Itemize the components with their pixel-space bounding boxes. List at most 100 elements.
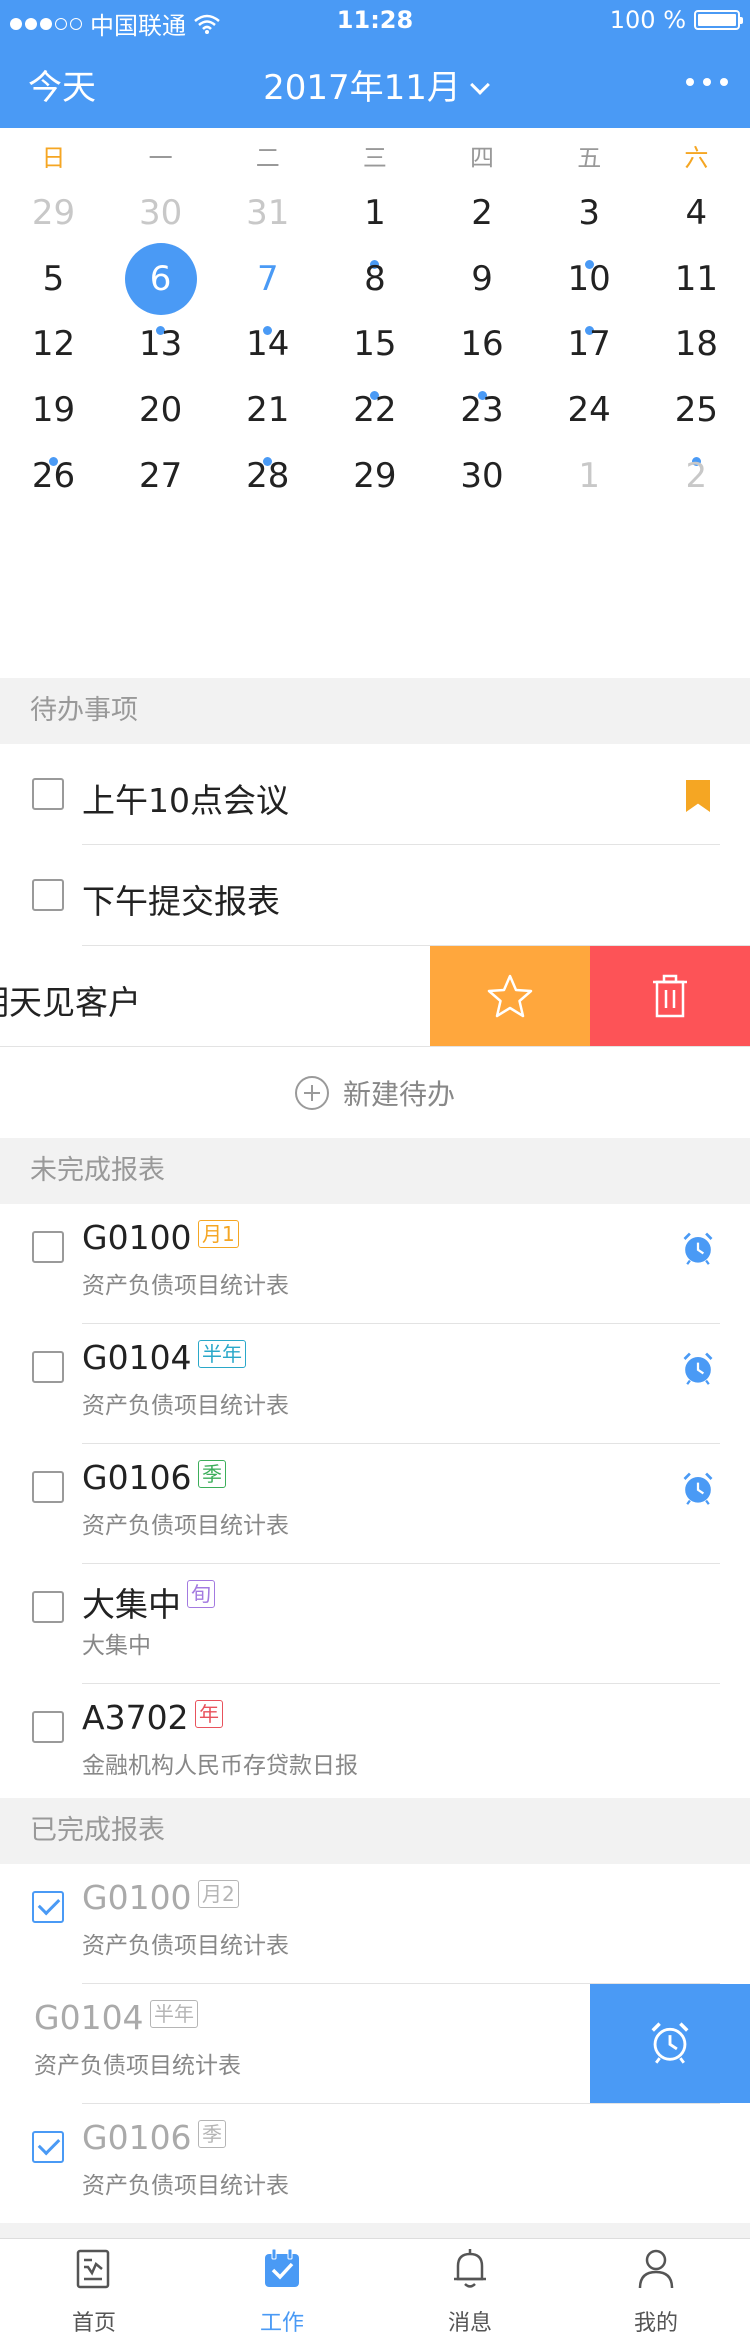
tab-work[interactable]: 工作 xyxy=(188,2239,376,2338)
calendar-day-number: 26 xyxy=(31,455,76,496)
more-icon[interactable] xyxy=(686,78,728,86)
calendar-day[interactable]: 2 xyxy=(643,441,750,539)
alarm-icon[interactable] xyxy=(680,1230,716,1270)
report-row[interactable]: G0106 季资产负债项目统计表 xyxy=(0,2104,750,2223)
delete-button[interactable] xyxy=(590,946,750,1046)
calendar-day-number: 30 xyxy=(460,455,504,496)
todo-checkbox[interactable] xyxy=(32,778,64,810)
calendar-day-number: 11 xyxy=(674,258,718,299)
status-bar: 中国联通 11:28 100 % xyxy=(0,0,750,40)
calendar-day-number: 24 xyxy=(567,390,611,431)
todo-item[interactable]: 上午10点会议 xyxy=(0,744,750,844)
calendar-day-number: 10 xyxy=(567,258,611,299)
report-checkbox[interactable] xyxy=(32,1351,64,1383)
report-row[interactable]: A3702 年金融机构人民币存贷款日报 xyxy=(0,1684,750,1803)
spacer xyxy=(0,2223,750,2238)
calendar-day[interactable]: 1 xyxy=(536,441,643,539)
todo-label: 明天见客户 xyxy=(0,983,141,1022)
report-checkbox[interactable] xyxy=(32,2131,64,2163)
month-label: 2017年11月 xyxy=(263,68,461,108)
weekday-label: 二 xyxy=(255,144,280,172)
tab-label: 工作 xyxy=(259,2311,304,2336)
calendar-day-number: 1 xyxy=(364,193,386,233)
section-header-todos: 待办事项 xyxy=(0,678,750,744)
report-code: G0100 xyxy=(82,1878,192,1917)
header-bar: 中国联通 11:28 100 % 今天 2017年11月 xyxy=(0,0,750,128)
calendar-day-number: 22 xyxy=(353,390,397,431)
report-row[interactable]: G0100 月2 资产负债项目统计表 xyxy=(0,1864,750,1983)
report-subtitle: 资产负债项目统计表 xyxy=(82,1513,289,1539)
bookmark-icon xyxy=(686,780,710,812)
calendar-day-number: 18 xyxy=(674,324,718,365)
alarm-icon[interactable] xyxy=(680,1350,716,1390)
weekday-label: 四 xyxy=(470,144,495,172)
remind-button[interactable] xyxy=(590,1984,750,2103)
weekday-label: 五 xyxy=(577,144,602,172)
report-checkbox[interactable] xyxy=(32,1711,64,1743)
star-button[interactable] xyxy=(430,946,590,1046)
report-row[interactable]: G0100 月1 资产负债项目统计表 xyxy=(0,1204,750,1323)
battery-icon xyxy=(694,10,743,30)
calendar-day-number: 27 xyxy=(138,455,183,496)
tab-label: 首页 xyxy=(71,2311,116,2336)
calendar-day-number: 14 xyxy=(246,324,290,365)
report-checkbox[interactable] xyxy=(32,1591,64,1623)
report-row[interactable]: G0106 季资产负债项目统计表 xyxy=(0,1444,750,1563)
tab-profile[interactable]: 我的 xyxy=(562,2239,750,2338)
calendar-day[interactable]: 26 xyxy=(0,441,107,539)
calendar-day-number: 3 xyxy=(578,193,600,233)
calendar-day[interactable]: 30 xyxy=(429,441,536,539)
alarm-icon xyxy=(647,2019,693,2069)
plus-icon xyxy=(294,1076,329,1110)
calendar-day-number: 8 xyxy=(364,258,386,299)
calendar: 日一二三四五六 29 30 31 1 2 3 4 5 6 7 8 9 10 11 12 13 14 15 16 17 18… xyxy=(0,128,750,678)
tab-bar: 首页 工作 消息 我的 xyxy=(0,2238,750,2338)
calendar-day-number: 17 xyxy=(567,324,611,365)
tab-home[interactable]: 首页 xyxy=(0,2239,188,2338)
report-checkbox[interactable] xyxy=(32,1471,64,1503)
calendar-day-number: 20 xyxy=(138,390,183,431)
star-icon xyxy=(487,974,533,1018)
report-subtitle: 资产负债项目统计表 xyxy=(82,1273,289,1299)
calendar-day[interactable]: 28 xyxy=(214,441,321,539)
tab-label: 我的 xyxy=(633,2311,678,2336)
calendar-day-number: 15 xyxy=(353,324,397,365)
frequency-tag: 年 xyxy=(195,1700,223,1728)
todo-item[interactable]: 下午提交报表 xyxy=(0,845,750,945)
new-todo-button[interactable]: 新建待办 xyxy=(0,1048,750,1138)
todo-checkbox[interactable] xyxy=(32,879,64,911)
report-row[interactable]: G0104 半年 资产负债项目统计表 xyxy=(0,1984,750,2103)
calendar-day-number: 9 xyxy=(471,258,493,299)
report-row[interactable]: 大集中旬大集中 xyxy=(0,1564,750,1683)
report-checkbox[interactable] xyxy=(32,1891,64,1923)
calendar-day-number: 31 xyxy=(246,193,290,233)
month-picker[interactable]: 2017年11月 xyxy=(0,60,750,109)
weekday-label: 日 xyxy=(41,144,66,172)
trash-icon xyxy=(653,974,687,1018)
tab-messages[interactable]: 消息 xyxy=(376,2239,564,2338)
frequency-tag: 半年 xyxy=(198,1340,246,1368)
calendar-day-number: 7 xyxy=(256,258,279,299)
calendar-day[interactable]: 27 xyxy=(107,441,214,539)
alarm-icon[interactable] xyxy=(680,1470,716,1510)
frequency-tag: 月2 xyxy=(198,1880,239,1908)
report-row[interactable]: G0104 半年 资产负债项目统计表 xyxy=(0,1324,750,1443)
calendar-day-number: 13 xyxy=(138,324,183,365)
calendar-day-number: 6 xyxy=(149,258,172,299)
document-icon xyxy=(76,2249,110,2289)
weekday-label: 六 xyxy=(684,144,709,172)
calendar-day-number: 21 xyxy=(246,390,290,431)
calendar-day-number: 29 xyxy=(31,193,76,233)
calendar-day-number: 12 xyxy=(31,324,76,365)
report-subtitle: 大集中 xyxy=(82,1633,151,1659)
new-todo-label: 新建待办 xyxy=(342,1078,455,1111)
report-code: G0106 xyxy=(82,1458,192,1497)
calendar-day-number: 19 xyxy=(31,390,76,431)
report-checkbox[interactable] xyxy=(32,1231,64,1263)
frequency-tag: 月1 xyxy=(198,1220,239,1248)
calendar-day-number: 1 xyxy=(578,455,600,496)
calendar-day[interactable]: 29 xyxy=(321,441,428,539)
calendar-day-number: 2 xyxy=(471,193,493,233)
report-code: G0104 xyxy=(34,1998,144,2037)
todo-item-swiped[interactable]: 明天见客户 xyxy=(0,946,750,1046)
